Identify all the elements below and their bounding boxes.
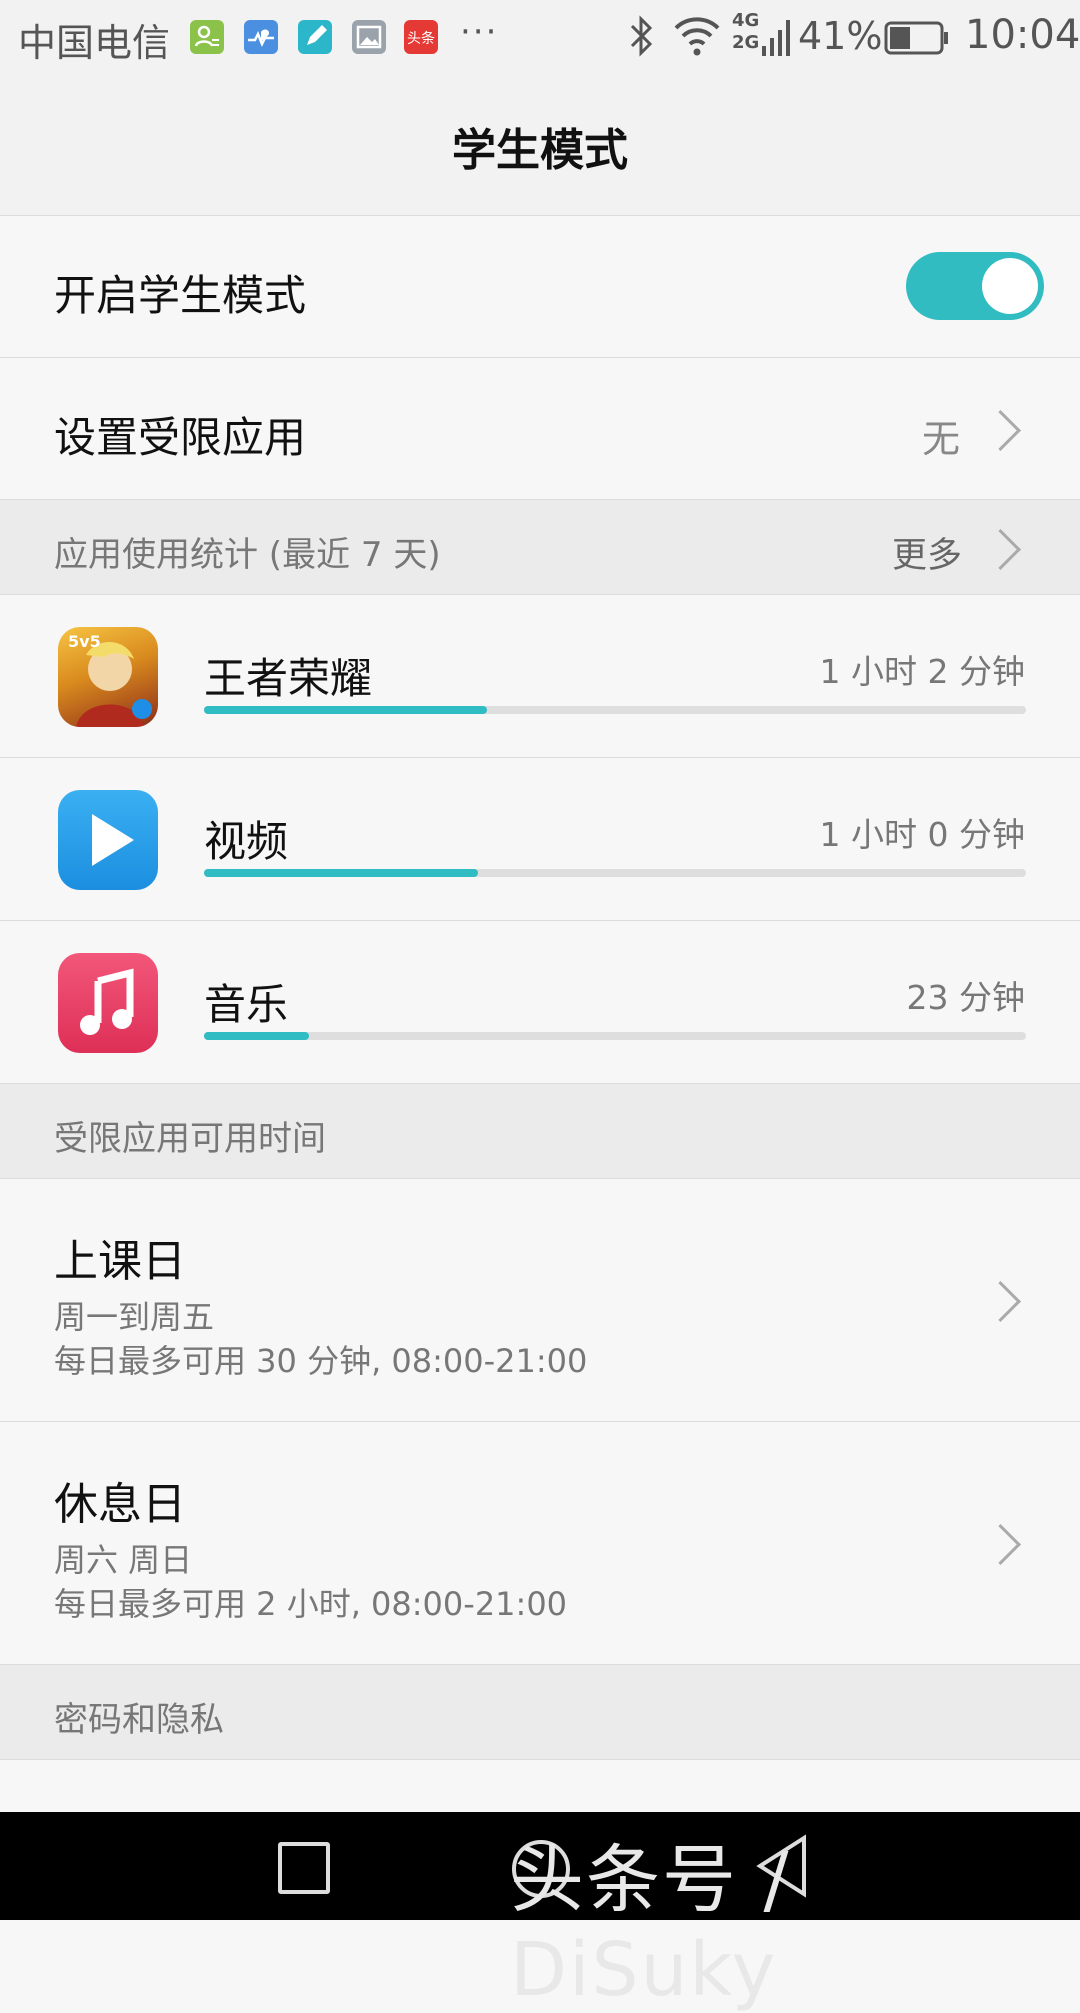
privacy-section-title: 密码和隐私	[54, 1700, 224, 1740]
app-usage-row[interactable]: 音乐 23 分钟	[0, 921, 1080, 1083]
divider	[0, 1664, 1080, 1665]
usage-bar	[204, 706, 1026, 714]
usage-bar-fill	[204, 706, 488, 714]
chevron-right-icon	[979, 1280, 1022, 1323]
game-icon: 5v5	[58, 627, 158, 727]
usage-bar	[204, 869, 1026, 877]
available-time-section-header: 受限应用可用时间	[0, 1083, 1080, 1178]
toutiao-icon-text: 头条	[407, 30, 435, 47]
app-usage-row[interactable]: 视频 1 小时 0 分钟	[0, 758, 1080, 920]
app-name: 音乐	[204, 980, 289, 1029]
watermark-text: 头条号 / DiSuky	[510, 1837, 791, 2013]
app-header: 学生模式	[0, 74, 1080, 215]
bluetooth-icon	[626, 14, 658, 62]
usage-section-title: 应用使用统计 (最近 7 天)	[54, 535, 441, 575]
restricted-apps-value: 无	[922, 417, 961, 461]
usage-bar	[204, 1032, 1026, 1040]
toutiao-icon: 头条	[404, 20, 438, 54]
rest-day-limit: 每日最多可用 2 小时, 08:00-21:00	[54, 1585, 568, 1623]
wifi-icon	[672, 14, 722, 62]
usage-bar-fill	[204, 869, 478, 877]
clock-time: 10:04	[965, 12, 1080, 58]
chevron-right-icon	[979, 1523, 1022, 1566]
battery-percent: 41%	[798, 14, 883, 58]
play-icon	[58, 790, 158, 890]
gallery-icon	[352, 20, 386, 54]
status-bar: 中国电信 头条 ··· 4G 2G 41% 10:04	[0, 0, 1080, 74]
recent-apps-button[interactable]	[278, 1842, 330, 1894]
rest-day-title: 休息日	[54, 1479, 186, 1530]
signal-icon	[760, 14, 796, 64]
rest-day-row[interactable]: 休息日 周六 周日 每日最多可用 2 小时, 08:00-21:00	[0, 1422, 1080, 1664]
chevron-right-icon	[979, 528, 1022, 571]
health-icon	[244, 20, 278, 54]
music-note-icon	[58, 953, 158, 1053]
student-mode-toggle[interactable]	[906, 252, 1044, 320]
restricted-apps-row[interactable]: 设置受限应用 无	[0, 358, 1080, 499]
divider	[0, 1083, 1080, 1084]
school-day-title: 上课日	[54, 1236, 186, 1287]
more-notifications-icon: ···	[460, 12, 499, 52]
rest-day-days: 周六 周日	[54, 1541, 193, 1579]
chevron-right-icon	[979, 409, 1022, 452]
restricted-apps-label: 设置受限应用	[54, 413, 307, 462]
divider	[0, 1759, 1080, 1760]
toggle-knob	[982, 258, 1038, 314]
usage-bar-fill	[204, 1032, 310, 1040]
school-day-days: 周一到周五	[54, 1298, 215, 1336]
enable-student-mode-label: 开启学生模式	[54, 271, 307, 320]
contacts-icon	[190, 20, 224, 54]
page-title: 学生模式	[452, 125, 628, 176]
network-4g-label: 4G	[732, 10, 760, 31]
school-day-row[interactable]: 上课日 周一到周五 每日最多可用 30 分钟, 08:00-21:00	[0, 1179, 1080, 1421]
available-time-section-title: 受限应用可用时间	[54, 1119, 326, 1159]
game-icon-badge: 5v5	[68, 632, 101, 651]
app-usage-row[interactable]: 5v5 王者荣耀 1 小时 2 分钟	[0, 595, 1080, 757]
divider	[0, 499, 1080, 500]
app-usage-time: 1 小时 0 分钟	[819, 815, 1025, 854]
more-link[interactable]: 更多	[892, 527, 962, 578]
carrier-label: 中国电信	[18, 21, 171, 65]
app-usage-time: 23 分钟	[906, 978, 1025, 1017]
navigation-bar: 头条号 / DiSuky	[0, 1812, 1080, 2013]
battery-icon	[884, 20, 950, 60]
school-day-limit: 每日最多可用 30 分钟, 08:00-21:00	[54, 1342, 588, 1380]
app-name: 视频	[204, 817, 289, 866]
usage-section-header[interactable]: 应用使用统计 (最近 7 天) 更多	[0, 499, 1080, 594]
privacy-section-header: 密码和隐私	[0, 1664, 1080, 1759]
app-usage-time: 1 小时 2 分钟	[819, 652, 1025, 691]
network-2g-label: 2G	[732, 32, 760, 53]
app-name: 王者荣耀	[204, 654, 373, 703]
notes-icon	[298, 20, 332, 54]
